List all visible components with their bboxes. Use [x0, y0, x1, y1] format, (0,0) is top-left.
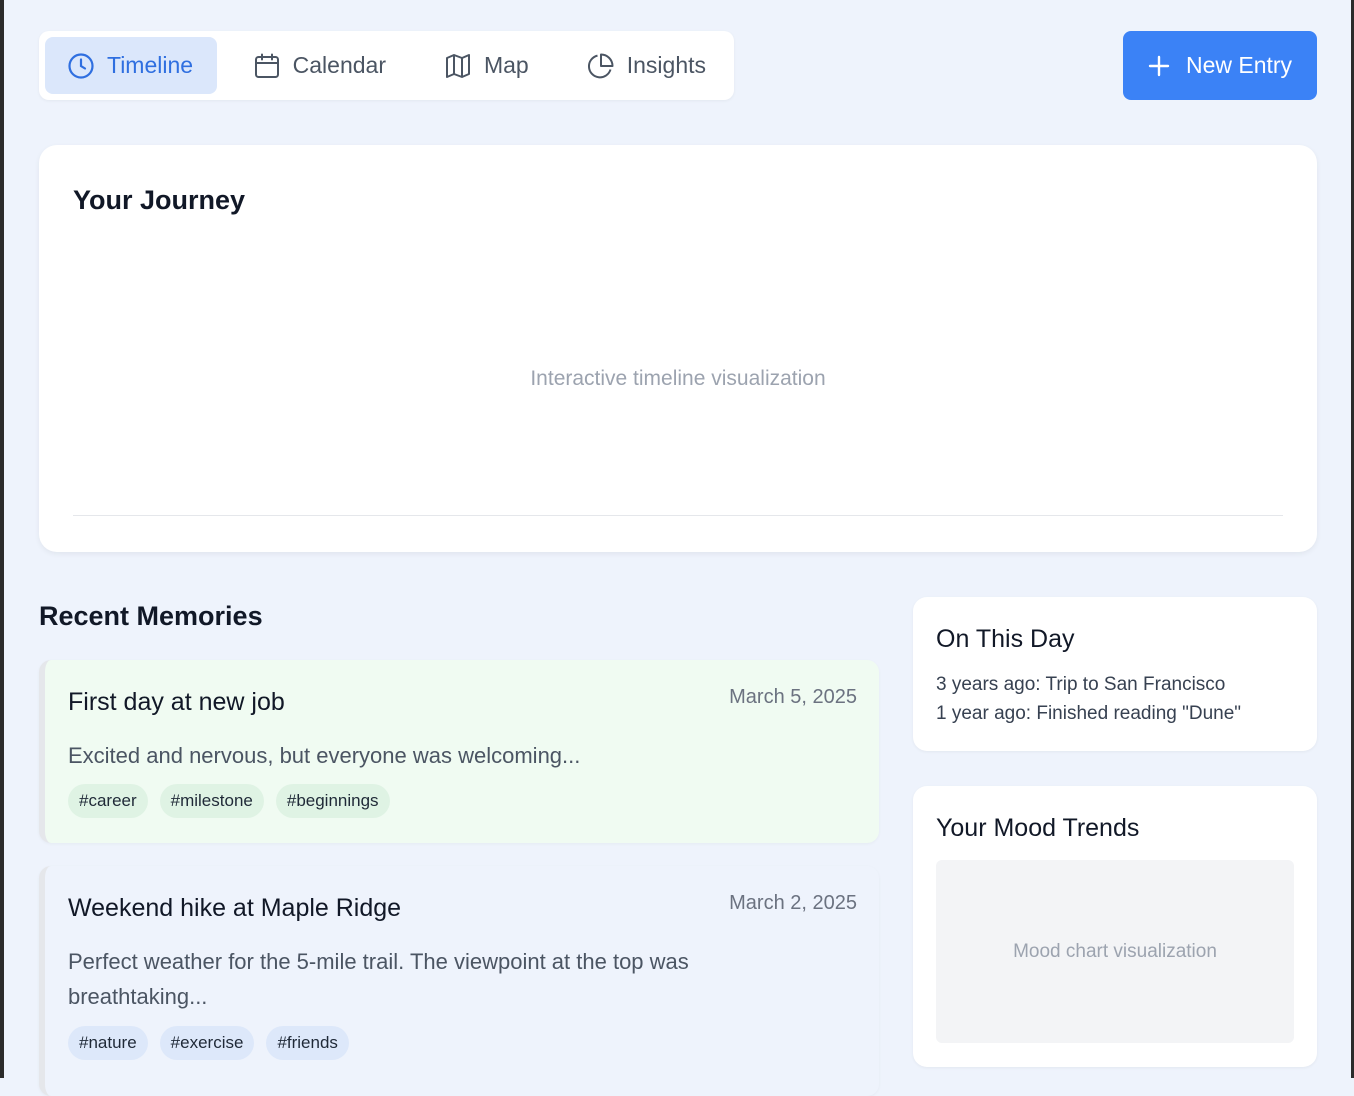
map-icon	[444, 52, 472, 80]
calendar-icon	[253, 52, 281, 80]
timeline-axis-line	[73, 515, 1283, 516]
memory-card[interactable]: First day at new job March 5, 2025 Excit…	[39, 660, 879, 843]
tab-label: Insights	[626, 52, 706, 78]
memory-date: March 2, 2025	[729, 892, 857, 914]
tag-chip[interactable]: #exercise	[159, 1026, 255, 1060]
memory-date: March 5, 2025	[729, 686, 857, 708]
tab-insights[interactable]: Insights	[565, 37, 728, 94]
memory-tags: #nature #exercise #friends	[68, 1026, 349, 1060]
mood-trends-card: Your Mood Trends Mood chart visualizatio…	[913, 786, 1317, 1067]
tab-timeline[interactable]: Timeline	[45, 37, 217, 94]
tab-label: Calendar	[292, 52, 386, 78]
memory-tags: #career #milestone #beginnings	[68, 784, 390, 818]
memory-excerpt: Perfect weather for the 5-mile trail. Th…	[68, 949, 689, 1009]
tab-label: Timeline	[107, 52, 194, 78]
window-frame-left	[0, 0, 4, 1078]
tag-chip[interactable]: #milestone	[159, 784, 264, 818]
on-this-day-card: On This Day 3 years ago: Trip to San Fra…	[913, 597, 1317, 751]
tab-map[interactable]: Map	[422, 37, 551, 94]
pie-chart-icon	[587, 52, 615, 80]
tag-chip[interactable]: #career	[68, 784, 148, 818]
new-entry-label: New Entry	[1185, 52, 1293, 78]
tab-calendar[interactable]: Calendar	[231, 37, 408, 94]
recent-memories-title: Recent Memories	[39, 601, 263, 631]
on-this-day-item[interactable]: 3 years ago: Trip to San Francisco	[936, 674, 1225, 696]
on-this-day-title: On This Day	[936, 625, 1075, 653]
memory-card[interactable]: Weekend hike at Maple Ridge March 2, 202…	[39, 866, 879, 1096]
journey-card: Your Journey Interactive timeline visual…	[39, 145, 1317, 552]
memory-title: First day at new job	[68, 688, 285, 716]
tag-chip[interactable]: #beginnings	[275, 784, 390, 818]
tag-chip[interactable]: #friends	[266, 1026, 349, 1060]
mood-trends-title: Your Mood Trends	[936, 814, 1140, 842]
plus-icon	[1148, 55, 1170, 77]
clock-icon	[67, 52, 95, 80]
mood-chart-placeholder: Mood chart visualization	[936, 860, 1294, 1043]
tab-label: Map	[483, 52, 529, 78]
journey-title: Your Journey	[73, 185, 246, 215]
new-entry-button[interactable]: New Entry	[1123, 31, 1317, 100]
tag-chip[interactable]: #nature	[68, 1026, 148, 1060]
memory-excerpt: Excited and nervous, but everyone was we…	[68, 743, 581, 768]
memory-title: Weekend hike at Maple Ridge	[68, 894, 402, 922]
timeline-visualization-placeholder: Interactive timeline visualization	[530, 367, 826, 390]
view-tabbar: Timeline Calendar Map Insights	[39, 31, 734, 100]
on-this-day-item[interactable]: 1 year ago: Finished reading "Dune"	[936, 703, 1241, 725]
